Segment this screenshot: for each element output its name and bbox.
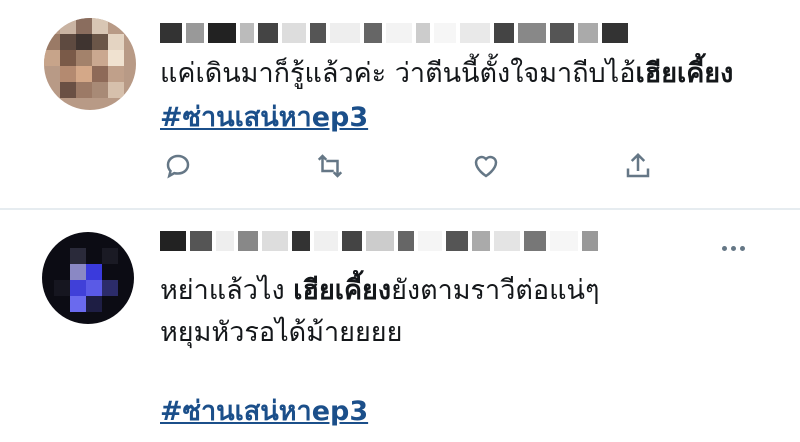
like-button[interactable] bbox=[468, 148, 504, 184]
author-name-redacted[interactable] bbox=[160, 228, 598, 254]
tweet-text-part: แค่เดินมาก็รู้แล้วค่ะ ว่าตีนนี้ตั้งใจมาถ… bbox=[160, 58, 636, 89]
tweet-text: แค่เดินมาก็รู้แล้วค่ะ ว่าตีนนี้ตั้งใจมาถ… bbox=[160, 52, 760, 140]
retweet-button[interactable] bbox=[312, 148, 348, 184]
share-icon bbox=[626, 152, 650, 178]
avatar[interactable] bbox=[42, 232, 134, 324]
more-icon-dot bbox=[731, 246, 736, 251]
heart-icon bbox=[474, 155, 498, 178]
tweet-text-part: หย่าแล้วไง bbox=[160, 275, 294, 306]
more-icon-dot bbox=[740, 246, 745, 251]
tweet-divider bbox=[0, 208, 800, 210]
hashtag-link[interactable]: #ซ่านเสน่หาep3 bbox=[160, 102, 368, 133]
retweet-icon bbox=[317, 154, 343, 178]
more-options-button[interactable] bbox=[720, 236, 760, 256]
tweet-actions bbox=[160, 148, 660, 188]
more-icon bbox=[722, 246, 727, 251]
reply-button[interactable] bbox=[160, 148, 196, 184]
reply-icon bbox=[166, 154, 190, 179]
tweet-text-bold: เฮียเคี้ยง bbox=[635, 58, 734, 89]
tweet-text: หย่าแล้วไง เฮียเคี้ยงยังตามราวีต่อแน่ๆ ห… bbox=[160, 270, 760, 354]
hashtag-row: #ซ่านเสน่หาep3 bbox=[160, 392, 368, 432]
tweet-text-part: ยังตามราวีต่อแน่ๆ bbox=[391, 275, 600, 306]
hashtag-link[interactable]: #ซ่านเสน่หาep3 bbox=[160, 396, 368, 427]
tweet-1[interactable]: แค่เดินมาก็รู้แล้วค่ะ ว่าตีนนี้ตั้งใจมาถ… bbox=[0, 0, 800, 208]
tweet-text-line2: หยุมหัวรอได้ม้ายยยย bbox=[160, 317, 403, 348]
tweet-text-bold: เฮียเคี้ยง bbox=[293, 275, 392, 306]
share-button[interactable] bbox=[620, 148, 656, 184]
avatar[interactable] bbox=[44, 18, 136, 110]
author-name-redacted[interactable] bbox=[160, 18, 628, 48]
